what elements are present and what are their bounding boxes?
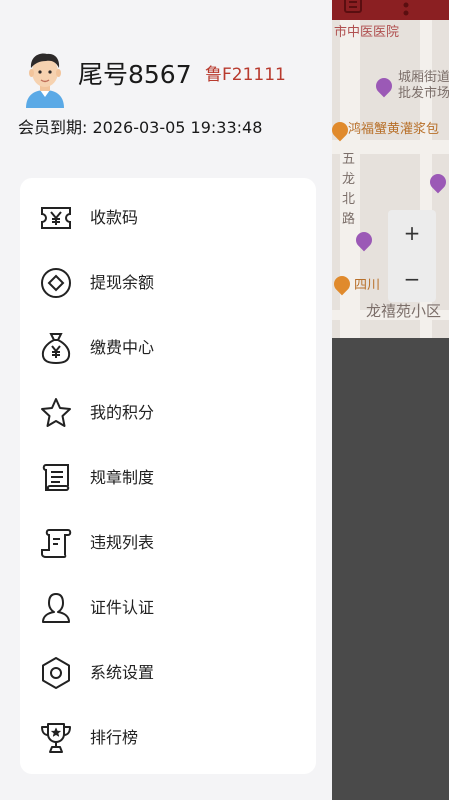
menu-item-leaderboard[interactable]: 排行榜 xyxy=(20,706,316,770)
zoom-in-button[interactable]: + xyxy=(388,210,436,256)
menu-item-rules[interactable]: 规章制度 xyxy=(20,446,316,510)
map-label-market: 批发市场 xyxy=(398,86,449,101)
map-label-garden: 龙禧苑小区 xyxy=(366,302,442,320)
map-zoom-control: + − xyxy=(388,210,436,302)
side-drawer: 尾号8567 鲁F21111 会员到期: 2026-03-05 19:33:48… xyxy=(0,0,332,800)
menu-item-label: 收款码 xyxy=(90,208,139,227)
avatar[interactable] xyxy=(20,50,70,108)
map-label-street: 城厢街道 xyxy=(398,70,449,85)
trophy-icon xyxy=(38,720,74,756)
license-plate: 鲁F21111 xyxy=(205,65,286,85)
background-app-topbar xyxy=(320,0,449,20)
membership-expiry: 会员到期: 2026-03-05 19:33:48 xyxy=(18,118,263,137)
map-poi-marker xyxy=(372,74,396,98)
scroll-rules-icon xyxy=(38,460,74,496)
list-icon xyxy=(342,0,364,20)
menu-item-system-settings[interactable]: 系统设置 xyxy=(20,641,316,705)
menu-item-label: 违规列表 xyxy=(90,533,155,552)
user-title: 尾号8567 xyxy=(78,60,192,89)
menu-item-label: 缴费中心 xyxy=(90,338,155,357)
menu-item-id-verification[interactable]: 证件认证 xyxy=(20,576,316,640)
menu-item-label: 系统设置 xyxy=(90,663,155,682)
menu-item-withdraw[interactable]: 提现余额 xyxy=(20,251,316,315)
menu-item-label: 证件认证 xyxy=(90,598,155,617)
background-dim-panel xyxy=(320,338,449,800)
menu-item-violations[interactable]: 违规列表 xyxy=(20,511,316,575)
menu-item-label: 我的积分 xyxy=(90,403,155,422)
scroll-list-icon xyxy=(38,525,74,561)
more-vertical-icon xyxy=(402,2,410,22)
hex-gear-icon xyxy=(38,655,74,691)
menu-item-label: 提现余额 xyxy=(90,273,155,292)
menu-card: 收款码 提现余额 缴费中心 我的积分 规章制度 违规列表 证件认证 系统设置 排… xyxy=(20,178,316,774)
menu-item-label: 规章制度 xyxy=(90,468,155,487)
map-label-hospital: 市中医医院 xyxy=(334,25,400,40)
money-bag-icon xyxy=(38,330,74,366)
map-label-sichuan: 四川 xyxy=(354,278,381,293)
star-icon xyxy=(38,395,74,431)
menu-item-payment-code[interactable]: 收款码 xyxy=(20,186,316,250)
menu-item-payment-center[interactable]: 缴费中心 xyxy=(20,316,316,380)
menu-item-points[interactable]: 我的积分 xyxy=(20,381,316,445)
ticket-yuan-icon xyxy=(38,200,74,236)
map-label-road: 五龙北路 xyxy=(342,152,356,227)
person-icon xyxy=(38,590,74,626)
map-label-restaurant: 鸿福蟹黄灌浆包 xyxy=(348,122,440,137)
zoom-out-button[interactable]: − xyxy=(388,256,436,302)
coin-withdraw-icon xyxy=(38,265,74,301)
menu-item-label: 排行榜 xyxy=(90,728,139,747)
